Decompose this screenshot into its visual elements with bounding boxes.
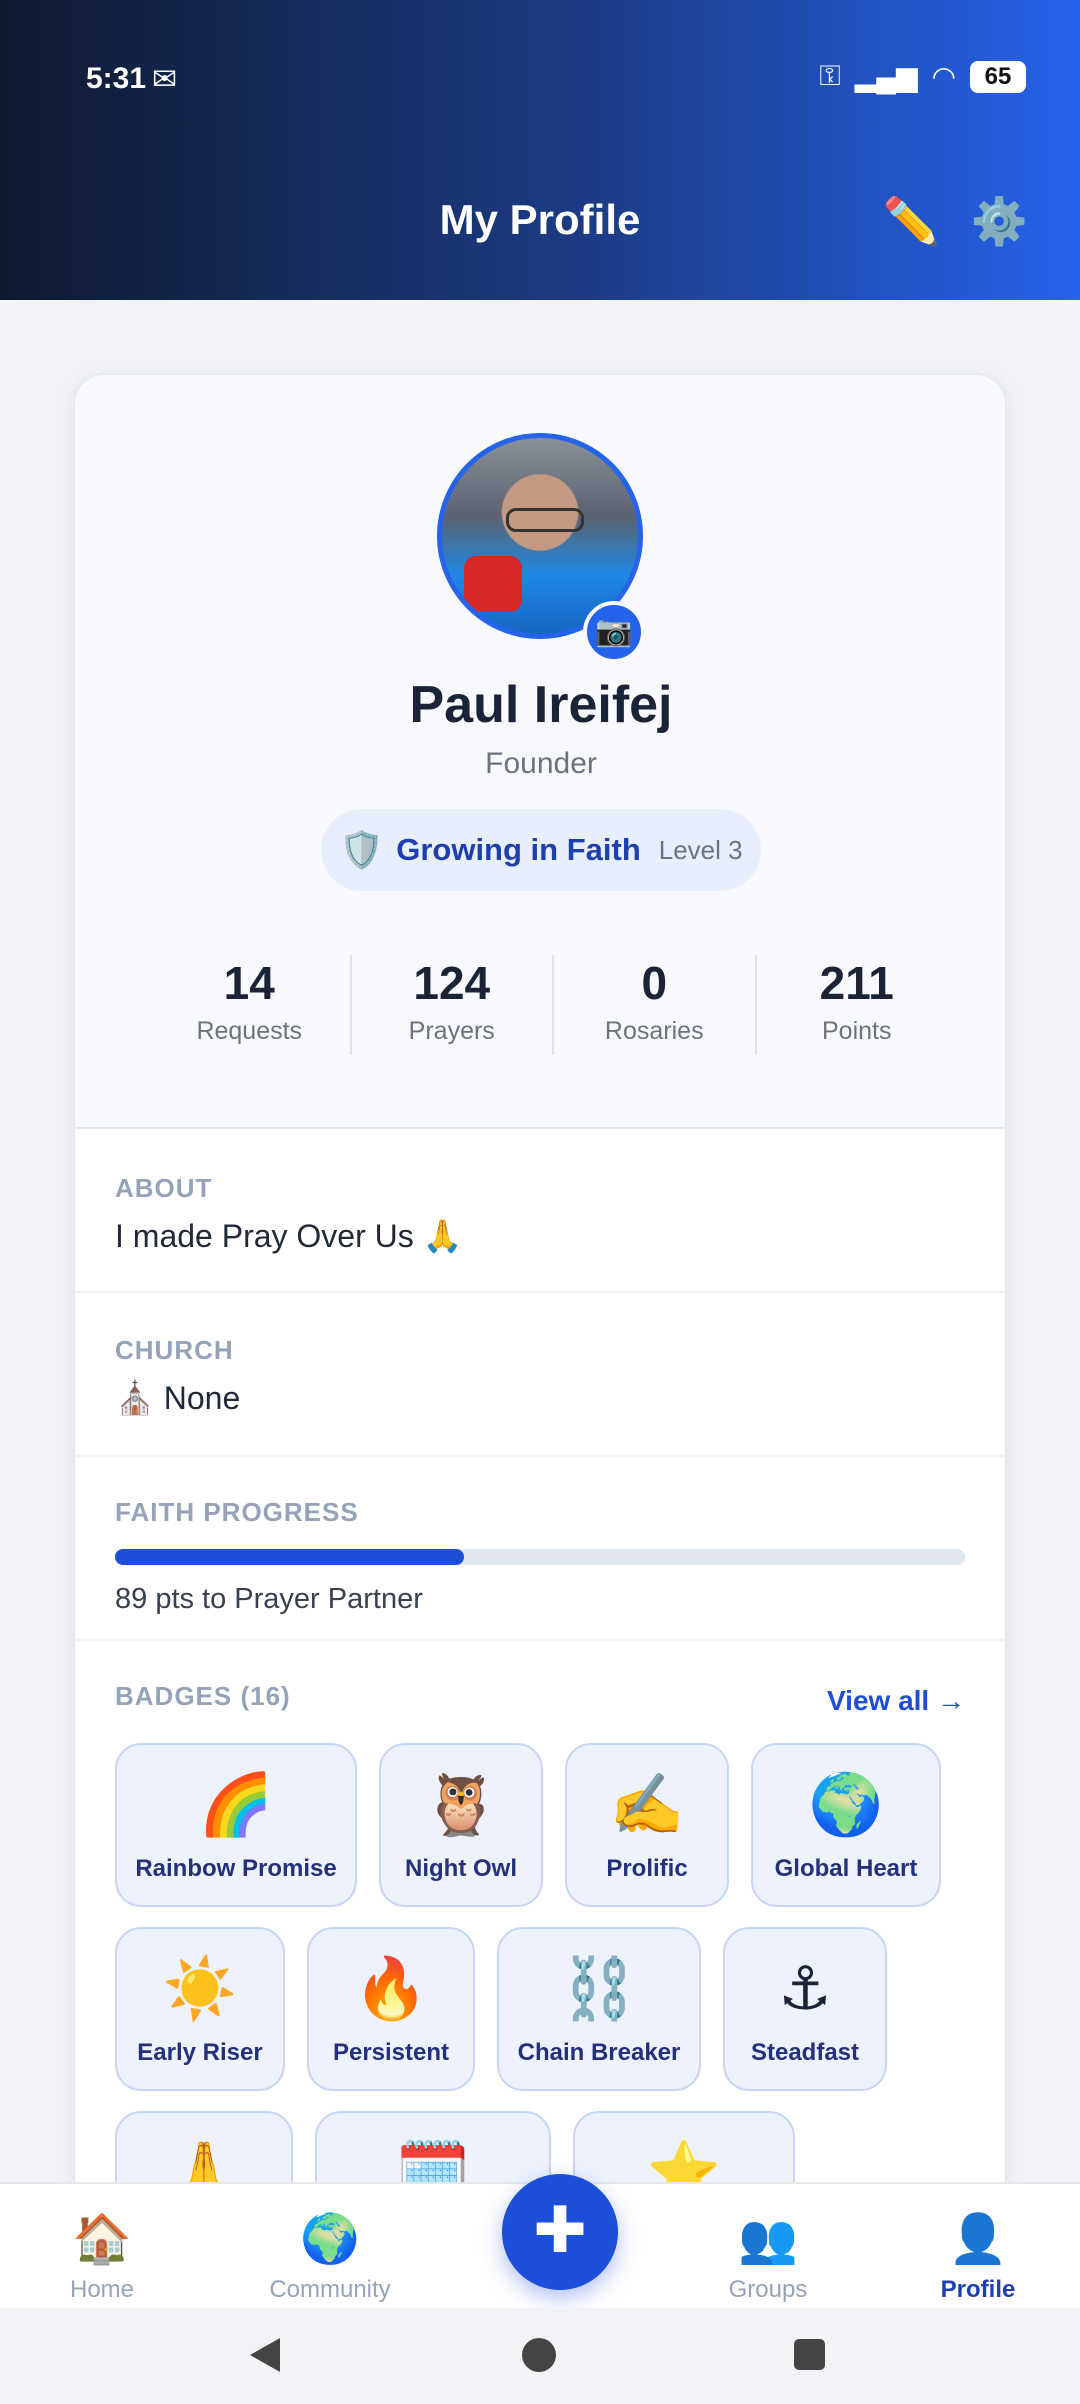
profile-name: Paul Ireifej xyxy=(409,676,673,734)
badge-name: Prolific xyxy=(606,1855,688,1882)
avatar-photo-detail xyxy=(464,556,522,612)
signal-icon: ▂▄▆ xyxy=(854,61,918,92)
stat-value: 14 xyxy=(223,957,275,1009)
badge-name: Chain Breaker xyxy=(517,2039,681,2066)
chains-icon: ⛓️ xyxy=(561,1955,637,2022)
badge-name: Steadfast xyxy=(750,2039,860,2066)
badge-night-owl[interactable]: 🦉 Night Owl xyxy=(379,1743,543,1907)
stat-requests[interactable]: 14 Requests xyxy=(149,955,352,1055)
stat-prayers[interactable]: 124 Prayers xyxy=(352,955,554,1055)
fire-icon: 🔥 xyxy=(353,1955,429,2022)
person-icon: 👤 xyxy=(948,2213,1008,2266)
badge-persistent[interactable]: 🔥 Persistent xyxy=(307,1927,475,2091)
profile-role: Founder xyxy=(485,747,597,780)
gear-icon[interactable]: ⚙️ xyxy=(971,194,1028,249)
badges-label: BADGES (16) xyxy=(115,1681,291,1711)
stat-label: Points xyxy=(822,1017,892,1045)
rainbow-icon: 🌈 xyxy=(198,1771,274,1838)
vpn-key-icon: ⚿ xyxy=(819,60,841,91)
about-section: ABOUT I made Pray Over Us 🙏 xyxy=(75,1131,1005,1293)
view-all-badges-link[interactable]: View all → xyxy=(827,1685,965,1717)
level-badge: 🛡️ Growing in Faith Level 3 xyxy=(321,809,761,891)
faith-progress-label: FAITH PROGRESS xyxy=(115,1497,359,1527)
faith-progress-bar xyxy=(115,1549,965,1565)
owl-icon: 🦉 xyxy=(423,1771,499,1838)
stat-value: 211 xyxy=(819,957,894,1009)
nav-community[interactable]: 🌍 Community xyxy=(250,2212,410,2304)
badge-steadfast[interactable]: ⚓ Steadfast xyxy=(723,1927,887,2091)
nav-groups[interactable]: 👥 Groups xyxy=(688,2212,848,2304)
badge-name: Early Riser xyxy=(137,2039,263,2066)
profile-card: 📷 Paul Ireifej Founder 🛡️ Growing in Fai… xyxy=(74,374,1006,2214)
nav-label: Profile xyxy=(940,2276,1016,2303)
badge-name: Persistent xyxy=(332,2039,450,2066)
badges-section: BADGES (16) View all → 🌈 Rainbow Promise… xyxy=(75,1641,1005,2213)
avatar-photo-detail xyxy=(506,508,584,532)
home-circle-icon[interactable] xyxy=(522,2338,556,2372)
church-text: ⛪ None xyxy=(115,1380,241,1416)
profile-summary: 📷 Paul Ireifej Founder 🛡️ Growing in Fai… xyxy=(75,375,1005,1129)
stat-value: 124 xyxy=(413,957,491,1009)
about-label: ABOUT xyxy=(115,1173,213,1203)
shield-icon: 🛡️ xyxy=(339,829,385,870)
nav-profile[interactable]: 👤 Profile xyxy=(898,2212,1058,2304)
pencil-icon[interactable]: ✏️ xyxy=(883,194,940,249)
anchor-icon: ⚓ xyxy=(778,1955,832,2022)
church-section: CHURCH ⛪ None xyxy=(75,1293,1005,1457)
faith-progress-section: FAITH PROGRESS 89 pts to Prayer Partner xyxy=(75,1457,1005,1641)
system-nav-bar xyxy=(0,2308,1080,2404)
writing-hand-icon: ✍️ xyxy=(609,1771,685,1838)
badge-rainbow-promise[interactable]: 🌈 Rainbow Promise xyxy=(115,1743,357,1907)
gmail-icon: ✉ xyxy=(152,63,178,96)
app-header: 5:31 ✉ ⚿ ▂▄▆ ◠ 65 My Profile ✏️ ⚙️ xyxy=(0,0,1080,300)
nav-label: Groups xyxy=(728,2276,808,2303)
stat-points[interactable]: 211 Points xyxy=(757,955,958,1055)
level-name: Growing in Faith xyxy=(396,832,641,867)
faith-progress-fill xyxy=(115,1549,464,1565)
battery-icon: 65 xyxy=(970,60,1026,93)
nav-label: Community xyxy=(269,2276,391,2303)
camera-icon[interactable]: 📷 xyxy=(583,601,645,663)
recents-icon[interactable] xyxy=(794,2339,825,2370)
stat-rosaries[interactable]: 0 Rosaries xyxy=(554,955,757,1055)
status-time: 5:31 xyxy=(86,62,147,95)
stats-row: 14 Requests 124 Prayers 0 Rosaries 211 P… xyxy=(149,955,957,1055)
add-prayer-button[interactable]: ✚ xyxy=(502,2174,618,2290)
badge-prolific[interactable]: ✍️ Prolific xyxy=(565,1743,729,1907)
badge-name: Rainbow Promise xyxy=(135,1855,337,1882)
badge-chain-breaker[interactable]: ⛓️ Chain Breaker xyxy=(497,1927,701,2091)
faith-progress-text: 89 pts to Prayer Partner xyxy=(115,1583,423,1615)
badge-global-heart[interactable]: 🌍 Global Heart xyxy=(751,1743,941,1907)
stat-value: 0 xyxy=(641,957,668,1009)
globe-icon: 🌍 xyxy=(808,1771,884,1838)
about-text: I made Pray Over Us 🙏 xyxy=(115,1218,463,1254)
sun-icon: ☀️ xyxy=(162,1955,238,2022)
stat-label: Prayers xyxy=(408,1017,495,1045)
badge-early-riser[interactable]: ☀️ Early Riser xyxy=(115,1927,285,2091)
church-label: CHURCH xyxy=(115,1335,234,1365)
house-icon: 🏠 xyxy=(72,2213,132,2266)
wifi-icon: ◠ xyxy=(931,61,956,92)
back-icon[interactable] xyxy=(250,2338,280,2372)
badge-name: Global Heart xyxy=(774,1855,918,1882)
nav-label: Home xyxy=(69,2276,135,2303)
badge-name: Night Owl xyxy=(405,1855,517,1882)
people-icon: 👥 xyxy=(738,2213,798,2266)
status-icons: ⚿ ▂▄▆ ◠ 65 xyxy=(819,60,1026,93)
stat-label: Requests xyxy=(196,1017,303,1045)
globe-icon: 🌍 xyxy=(300,2213,360,2266)
nav-home[interactable]: 🏠 Home xyxy=(22,2212,182,2304)
stat-label: Rosaries xyxy=(604,1017,704,1045)
level-number: Level 3 xyxy=(658,834,743,865)
